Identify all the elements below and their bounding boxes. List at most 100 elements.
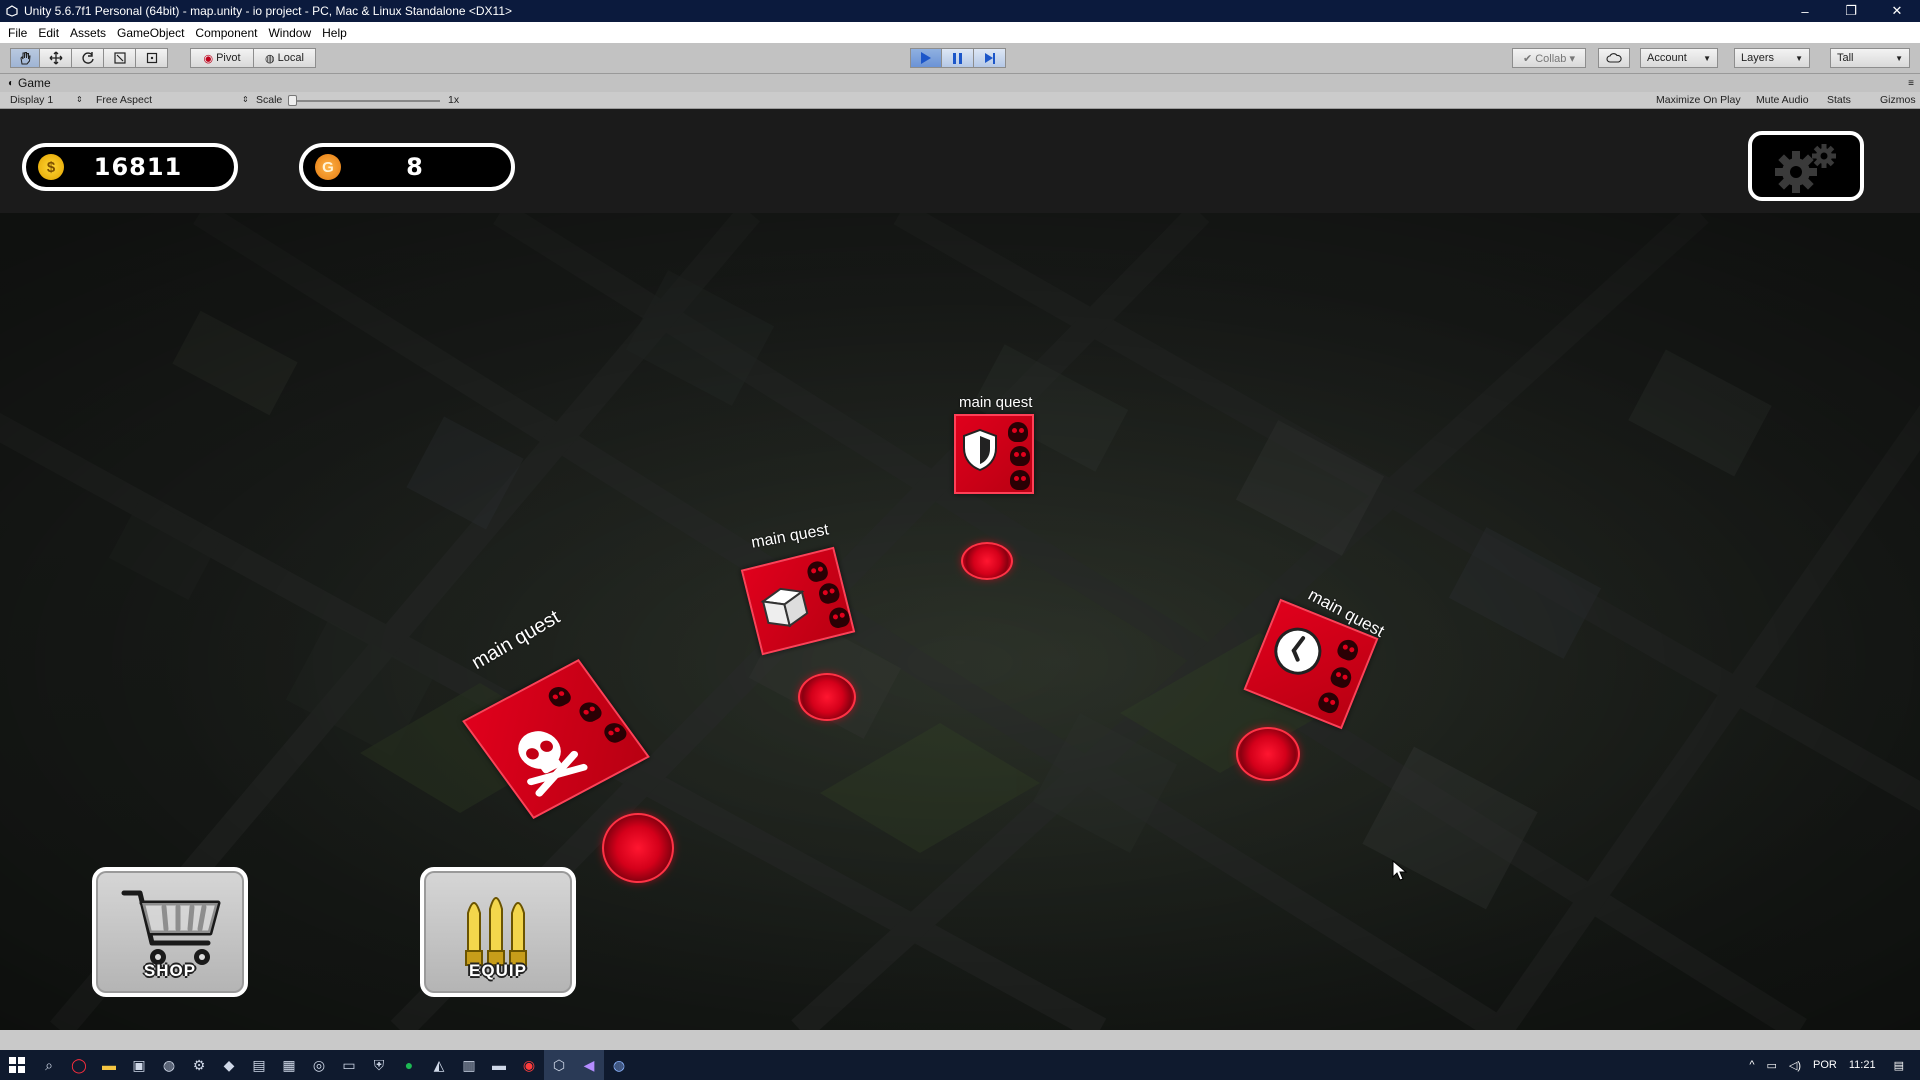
app-icon: ◆ <box>223 1056 235 1073</box>
notifications-icon[interactable]: ▤ <box>1894 1059 1904 1072</box>
dropdown-arrow-icon: ⇕ <box>242 95 249 104</box>
scale-tool-button[interactable] <box>104 48 136 68</box>
menu-gameobject[interactable]: GameObject <box>115 26 193 40</box>
menu-window[interactable]: Window <box>266 26 320 40</box>
pivot-icon: ◉ <box>203 52 214 65</box>
visual-studio-icon: ◀ <box>583 1056 595 1073</box>
cloud-button[interactable] <box>1598 48 1630 68</box>
quest-waypoint[interactable] <box>798 673 856 721</box>
taskbar-app-4[interactable]: ▤ <box>244 1050 274 1080</box>
close-button[interactable]: ✕ <box>1874 0 1920 22</box>
cash-counter: $ 16811 <box>22 143 238 191</box>
restore-button[interactable]: ❐ <box>1828 0 1874 22</box>
shield-icon: ⛨ <box>373 1056 385 1073</box>
shop-label: SHOP <box>143 961 197 980</box>
quest-waypoint[interactable] <box>602 813 674 883</box>
skull-crossbones-icon <box>518 731 588 797</box>
minimize-button[interactable]: – <box>1782 0 1828 22</box>
scale-icon <box>113 52 126 64</box>
menu-file[interactable]: File <box>6 26 36 40</box>
taskbar-app-12[interactable]: ◉ <box>514 1050 544 1080</box>
discord-icon: ◍ <box>162 1056 176 1073</box>
move-icon <box>49 51 62 65</box>
rotate-tool-button[interactable] <box>72 48 104 68</box>
language-indicator[interactable]: POR <box>1813 1059 1837 1071</box>
taskbar-settings[interactable]: ⚙ <box>184 1050 214 1080</box>
dropdown-arrow-icon: ⇕ <box>76 95 83 104</box>
scale-slider-handle[interactable] <box>288 95 297 106</box>
taskbar-app-10[interactable]: ▥ <box>454 1050 484 1080</box>
taskbar-opera[interactable]: ◯ <box>64 1050 94 1080</box>
account-dropdown[interactable]: Account ▼ <box>1640 48 1718 68</box>
taskbar-app-6[interactable]: ◎ <box>304 1050 334 1080</box>
shopping-cart-icon <box>121 890 221 965</box>
taskbar-app-8[interactable]: ⛨ <box>364 1050 394 1080</box>
dropdown-arrow-icon: ▼ <box>1795 53 1803 63</box>
app-icon: ◍ <box>612 1056 626 1073</box>
search-button[interactable]: ⌕ <box>34 1050 64 1080</box>
hud-top-bar <box>0 109 1920 213</box>
gear-icon <box>1775 144 1836 193</box>
pause-button[interactable] <box>942 48 974 68</box>
taskbar-app-11[interactable]: ▬ <box>484 1050 514 1080</box>
aspect-dropdown[interactable]: Free Aspect <box>96 94 152 106</box>
city-map[interactable] <box>0 213 1920 1030</box>
taskbar-explorer[interactable]: ▬ <box>94 1050 124 1080</box>
collab-button[interactable]: ✔ Collab ▾ <box>1512 48 1586 68</box>
taskbar-app-1[interactable]: ▣ <box>124 1050 154 1080</box>
game-tab[interactable]: ◐ Game ≡ <box>0 74 1920 92</box>
network-icon[interactable]: ▭ <box>1767 1059 1777 1072</box>
taskbar-spotify[interactable]: ● <box>394 1050 424 1080</box>
quest-waypoint[interactable] <box>1236 727 1300 781</box>
pivot-toggle[interactable]: ◉ Pivot <box>190 48 254 68</box>
taskbar-app-2[interactable]: ◍ <box>154 1050 184 1080</box>
equip-label: EQUIP <box>469 961 527 980</box>
taskbar-app-9[interactable]: ◭ <box>424 1050 454 1080</box>
rect-tool-button[interactable] <box>136 48 168 68</box>
gizmos-dropdown[interactable]: Gizmos <box>1880 94 1916 106</box>
local-toggle[interactable]: ◍ Local <box>254 48 316 68</box>
clock[interactable]: 11:21 <box>1849 1059 1876 1071</box>
game-view[interactable]: $ 16811 G 8 main quest main quest main q… <box>0 109 1920 1030</box>
menu-component[interactable]: Component <box>193 26 266 40</box>
quest-card <box>954 414 1034 494</box>
chevron-up-icon[interactable]: ^ <box>1749 1059 1754 1071</box>
quest-marker-shield[interactable]: main quest <box>952 394 1052 584</box>
display-dropdown[interactable]: Display 1 <box>10 94 53 106</box>
scale-slider-track[interactable] <box>290 100 440 102</box>
move-tool-button[interactable] <box>40 48 72 68</box>
play-button[interactable] <box>910 48 942 68</box>
quest-card <box>740 546 856 656</box>
start-button[interactable] <box>0 1050 34 1080</box>
menu-assets[interactable]: Assets <box>68 26 115 40</box>
quest-marker-skull[interactable]: main quest <box>460 606 680 899</box>
quest-marker-box[interactable]: main quest <box>740 521 880 721</box>
volume-icon[interactable]: ◁) <box>1789 1059 1801 1072</box>
city-map-graphic <box>0 213 1920 1030</box>
step-button[interactable] <box>974 48 1006 68</box>
equip-button[interactable]: EQUIP <box>420 867 576 997</box>
scale-value: 1x <box>448 94 460 106</box>
quest-marker-clock[interactable]: main quest <box>1236 579 1420 789</box>
layout-dropdown[interactable]: Tall ▼ <box>1830 48 1910 68</box>
hand-tool-button[interactable] <box>10 48 40 68</box>
mute-audio-toggle[interactable]: Mute Audio <box>1756 94 1809 106</box>
taskbar-visual-studio[interactable]: ◀ <box>574 1050 604 1080</box>
layers-dropdown[interactable]: Layers ▼ <box>1734 48 1810 68</box>
dropdown-arrow-icon: ▼ <box>1895 53 1903 63</box>
menu-edit[interactable]: Edit <box>36 26 68 40</box>
shop-button[interactable]: SHOP <box>92 867 248 997</box>
stats-toggle[interactable]: Stats <box>1827 94 1851 106</box>
quest-waypoint[interactable] <box>961 542 1013 580</box>
taskbar-app-7[interactable]: ▭ <box>334 1050 364 1080</box>
bullets-icon <box>465 897 527 966</box>
settings-button[interactable] <box>1748 131 1864 201</box>
panel-menu-icon[interactable]: ≡ <box>1908 78 1914 89</box>
taskbar-app-13[interactable]: ◍ <box>604 1050 634 1080</box>
menu-help[interactable]: Help <box>320 26 356 40</box>
maximize-on-play-toggle[interactable]: Maximize On Play <box>1656 94 1741 106</box>
taskbar-unity[interactable]: ⬡ <box>544 1050 574 1080</box>
taskbar-app-5[interactable]: ▦ <box>274 1050 304 1080</box>
mouse-cursor-icon <box>1392 860 1408 881</box>
taskbar-app-3[interactable]: ◆ <box>214 1050 244 1080</box>
